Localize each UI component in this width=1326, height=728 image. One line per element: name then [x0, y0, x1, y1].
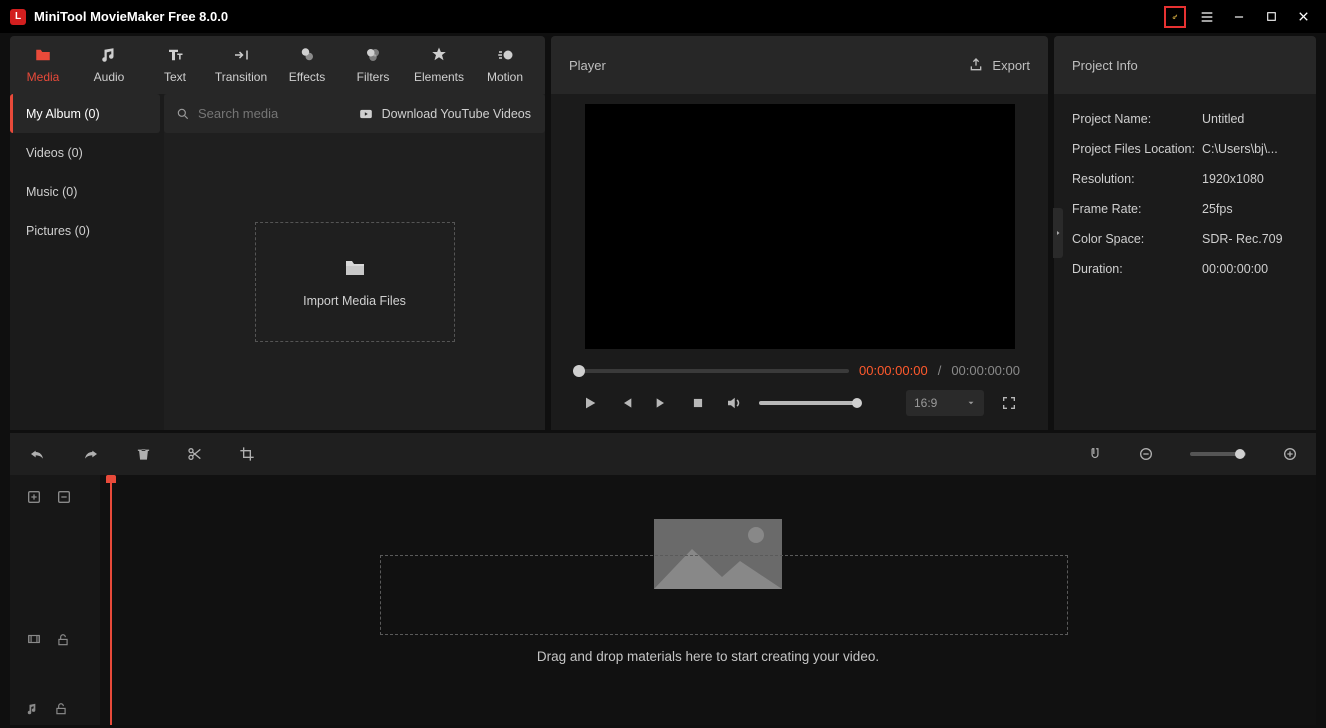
sidebar-item-videos[interactable]: Videos (0): [10, 133, 160, 172]
timeline-toolbar: [10, 433, 1316, 475]
maximize-button[interactable]: [1260, 6, 1282, 28]
project-row: Project Name:Untitled: [1072, 104, 1298, 134]
project-row: Duration:00:00:00:00: [1072, 254, 1298, 284]
search-media[interactable]: [164, 106, 358, 121]
total-time: 00:00:00:00: [951, 363, 1020, 378]
timeline-canvas[interactable]: Drag and drop materials here to start cr…: [100, 475, 1316, 725]
next-frame-button[interactable]: [651, 392, 673, 414]
undo-button[interactable]: [28, 446, 46, 462]
sidebar-item-myalbum[interactable]: My Album (0): [10, 94, 160, 133]
chevron-down-icon: [966, 398, 976, 408]
project-row: Project Files Location:C:\Users\bj\...: [1072, 134, 1298, 164]
zoom-out-button[interactable]: [1138, 446, 1154, 462]
tab-filters[interactable]: Filters: [340, 36, 406, 94]
app-title: MiniTool MovieMaker Free 8.0.0: [34, 9, 1164, 24]
project-row: Frame Rate:25fps: [1072, 194, 1298, 224]
tab-motion-label: Motion: [487, 70, 523, 84]
play-button[interactable]: [579, 392, 601, 414]
export-icon: [968, 57, 984, 73]
tab-media-label: Media: [27, 70, 60, 84]
sidebar-item-label: My Album (0): [26, 107, 100, 121]
category-tabs: Media Audio Text Transition Effects Filt…: [10, 36, 545, 94]
current-time: 00:00:00:00: [859, 363, 928, 378]
audio-track-icon: [26, 701, 40, 722]
video-track-icon: [26, 632, 42, 653]
download-youtube-button[interactable]: Download YouTube Videos: [358, 107, 545, 121]
tab-text-label: Text: [164, 70, 186, 84]
stop-button[interactable]: [687, 392, 709, 414]
menu-button[interactable]: [1196, 6, 1218, 28]
export-button[interactable]: Export: [968, 57, 1030, 73]
project-info-title: Project Info: [1072, 58, 1138, 73]
player-panel: Player Export 00:00:00:00 / 00:00:00:00: [551, 36, 1048, 430]
tab-transition-label: Transition: [215, 70, 267, 84]
minimize-button[interactable]: [1228, 6, 1250, 28]
playhead[interactable]: [110, 475, 112, 725]
tab-motion[interactable]: Motion: [472, 36, 538, 94]
media-panel: Media Audio Text Transition Effects Filt…: [10, 36, 545, 430]
sidebar-item-music[interactable]: Music (0): [10, 172, 160, 211]
prev-frame-button[interactable]: [615, 392, 637, 414]
timeline: Drag and drop materials here to start cr…: [10, 475, 1316, 725]
tab-effects-label: Effects: [289, 70, 325, 84]
tab-transition[interactable]: Transition: [208, 36, 274, 94]
import-media-button[interactable]: Import Media Files: [255, 222, 455, 342]
export-label: Export: [992, 58, 1030, 73]
redo-button[interactable]: [82, 446, 100, 462]
time-separator: /: [938, 363, 942, 378]
tab-elements[interactable]: Elements: [406, 36, 472, 94]
delete-button[interactable]: [136, 446, 151, 462]
download-youtube-label: Download YouTube Videos: [382, 107, 531, 121]
aspect-value: 16:9: [914, 396, 937, 410]
progress-slider[interactable]: [579, 369, 849, 373]
collapse-panel-button[interactable]: [1053, 208, 1063, 258]
activate-key-button[interactable]: [1164, 6, 1186, 28]
tab-audio-label: Audio: [94, 70, 125, 84]
zoom-slider[interactable]: [1190, 452, 1246, 456]
crop-button[interactable]: [239, 446, 255, 462]
split-button[interactable]: [187, 446, 203, 462]
remove-track-button[interactable]: [56, 489, 72, 510]
import-media-label: Import Media Files: [303, 294, 406, 308]
lock-audio-track-button[interactable]: [54, 701, 68, 722]
folder-icon: [341, 256, 369, 280]
close-button[interactable]: [1292, 6, 1314, 28]
sidebar-item-label: Videos (0): [26, 146, 83, 160]
project-row: Color Space:SDR- Rec.709: [1072, 224, 1298, 254]
titlebar: L MiniTool MovieMaker Free 8.0.0: [0, 0, 1326, 33]
video-preview[interactable]: [585, 104, 1015, 349]
zoom-in-button[interactable]: [1282, 446, 1298, 462]
app-logo: L: [10, 9, 26, 25]
tab-text[interactable]: Text: [142, 36, 208, 94]
volume-button[interactable]: [723, 392, 745, 414]
snap-button[interactable]: [1088, 446, 1102, 462]
sidebar-item-label: Pictures (0): [26, 224, 90, 238]
sidebar-item-pictures[interactable]: Pictures (0): [10, 211, 160, 250]
tab-elements-label: Elements: [414, 70, 464, 84]
tab-effects[interactable]: Effects: [274, 36, 340, 94]
player-title: Player: [569, 58, 606, 73]
aspect-ratio-select[interactable]: 16:9: [906, 390, 984, 416]
add-track-button[interactable]: [26, 489, 42, 510]
timeline-hint: Drag and drop materials here to start cr…: [100, 649, 1316, 664]
fullscreen-button[interactable]: [998, 392, 1020, 414]
timeline-drop-zone[interactable]: [380, 555, 1068, 635]
sidebar-item-label: Music (0): [26, 185, 77, 199]
lock-video-track-button[interactable]: [56, 632, 70, 653]
media-sidebar: My Album (0) Videos (0) Music (0) Pictur…: [10, 94, 160, 430]
tab-media[interactable]: Media: [10, 36, 76, 94]
media-area: Download YouTube Videos Import Media Fil…: [164, 94, 545, 430]
project-row: Resolution:1920x1080: [1072, 164, 1298, 194]
volume-slider[interactable]: [759, 401, 857, 405]
tab-audio[interactable]: Audio: [76, 36, 142, 94]
search-input[interactable]: [198, 106, 318, 121]
project-info-panel: Project Info Project Name:Untitled Proje…: [1054, 36, 1316, 430]
tab-filters-label: Filters: [357, 70, 390, 84]
timeline-tracks-header: [10, 475, 100, 725]
